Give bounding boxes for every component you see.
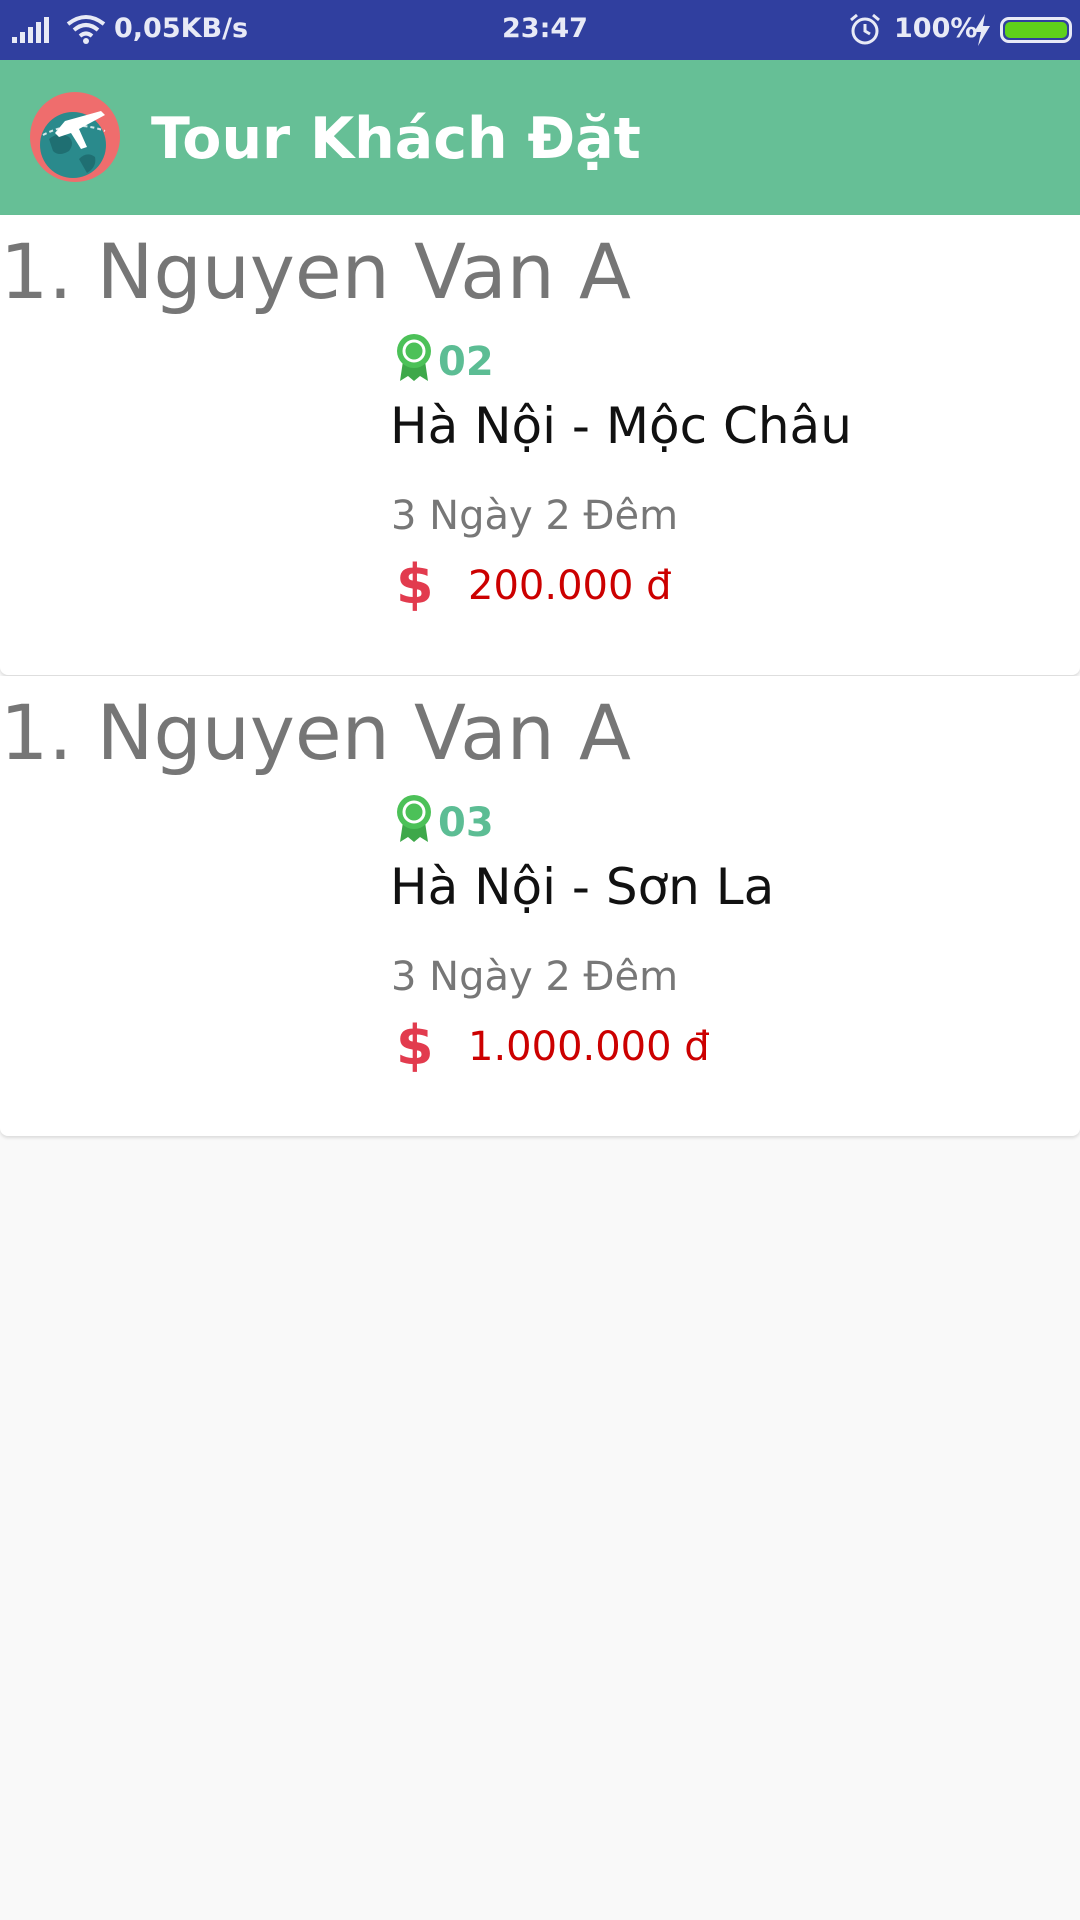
customer-name: 1. Nguyen Van A	[0, 688, 631, 777]
alarm-icon	[850, 13, 880, 45]
dollar-icon: $	[396, 1014, 434, 1077]
booking-card[interactable]: 1. Nguyen Van A 03 Hà Nội - Sơn La 3 Ngà…	[0, 676, 1080, 1136]
app-bar: Tour Khách Đặt	[0, 60, 1080, 215]
battery-level-fill	[1005, 22, 1067, 38]
dollar-icon: $	[396, 553, 434, 616]
globe-airplane-logo-icon	[30, 92, 120, 182]
tour-id: 03	[438, 800, 494, 846]
battery-icon	[1000, 17, 1072, 43]
booking-card[interactable]: 1. Nguyen Van A 02 Hà Nội - Mộc Châu 3 N…	[0, 215, 1080, 675]
signal-icon	[12, 17, 49, 43]
tour-name: Hà Nội - Sơn La	[390, 858, 775, 916]
tour-duration: 3 Ngày 2 Đêm	[391, 954, 679, 1000]
tour-id: 02	[438, 339, 494, 385]
award-badge-icon	[397, 795, 431, 842]
status-bar: 0,05KB/s 23:47 100%	[0, 0, 1080, 60]
booking-list: 1. Nguyen Van A 02 Hà Nội - Mộc Châu 3 N…	[0, 215, 1080, 1137]
award-badge-icon	[397, 334, 431, 381]
battery-percent: 100%	[894, 13, 978, 44]
tour-duration: 3 Ngày 2 Đêm	[391, 493, 679, 539]
tour-price: 200.000 đ	[468, 563, 672, 609]
tour-name: Hà Nội - Mộc Châu	[390, 397, 852, 455]
page-title: Tour Khách Đặt	[151, 106, 641, 172]
tour-price: 1.000.000 đ	[468, 1024, 710, 1070]
clock: 23:47	[502, 13, 588, 44]
customer-name: 1. Nguyen Van A	[0, 227, 631, 316]
wifi-icon	[66, 15, 106, 44]
network-speed: 0,05KB/s	[114, 13, 249, 44]
charging-icon	[974, 14, 990, 46]
